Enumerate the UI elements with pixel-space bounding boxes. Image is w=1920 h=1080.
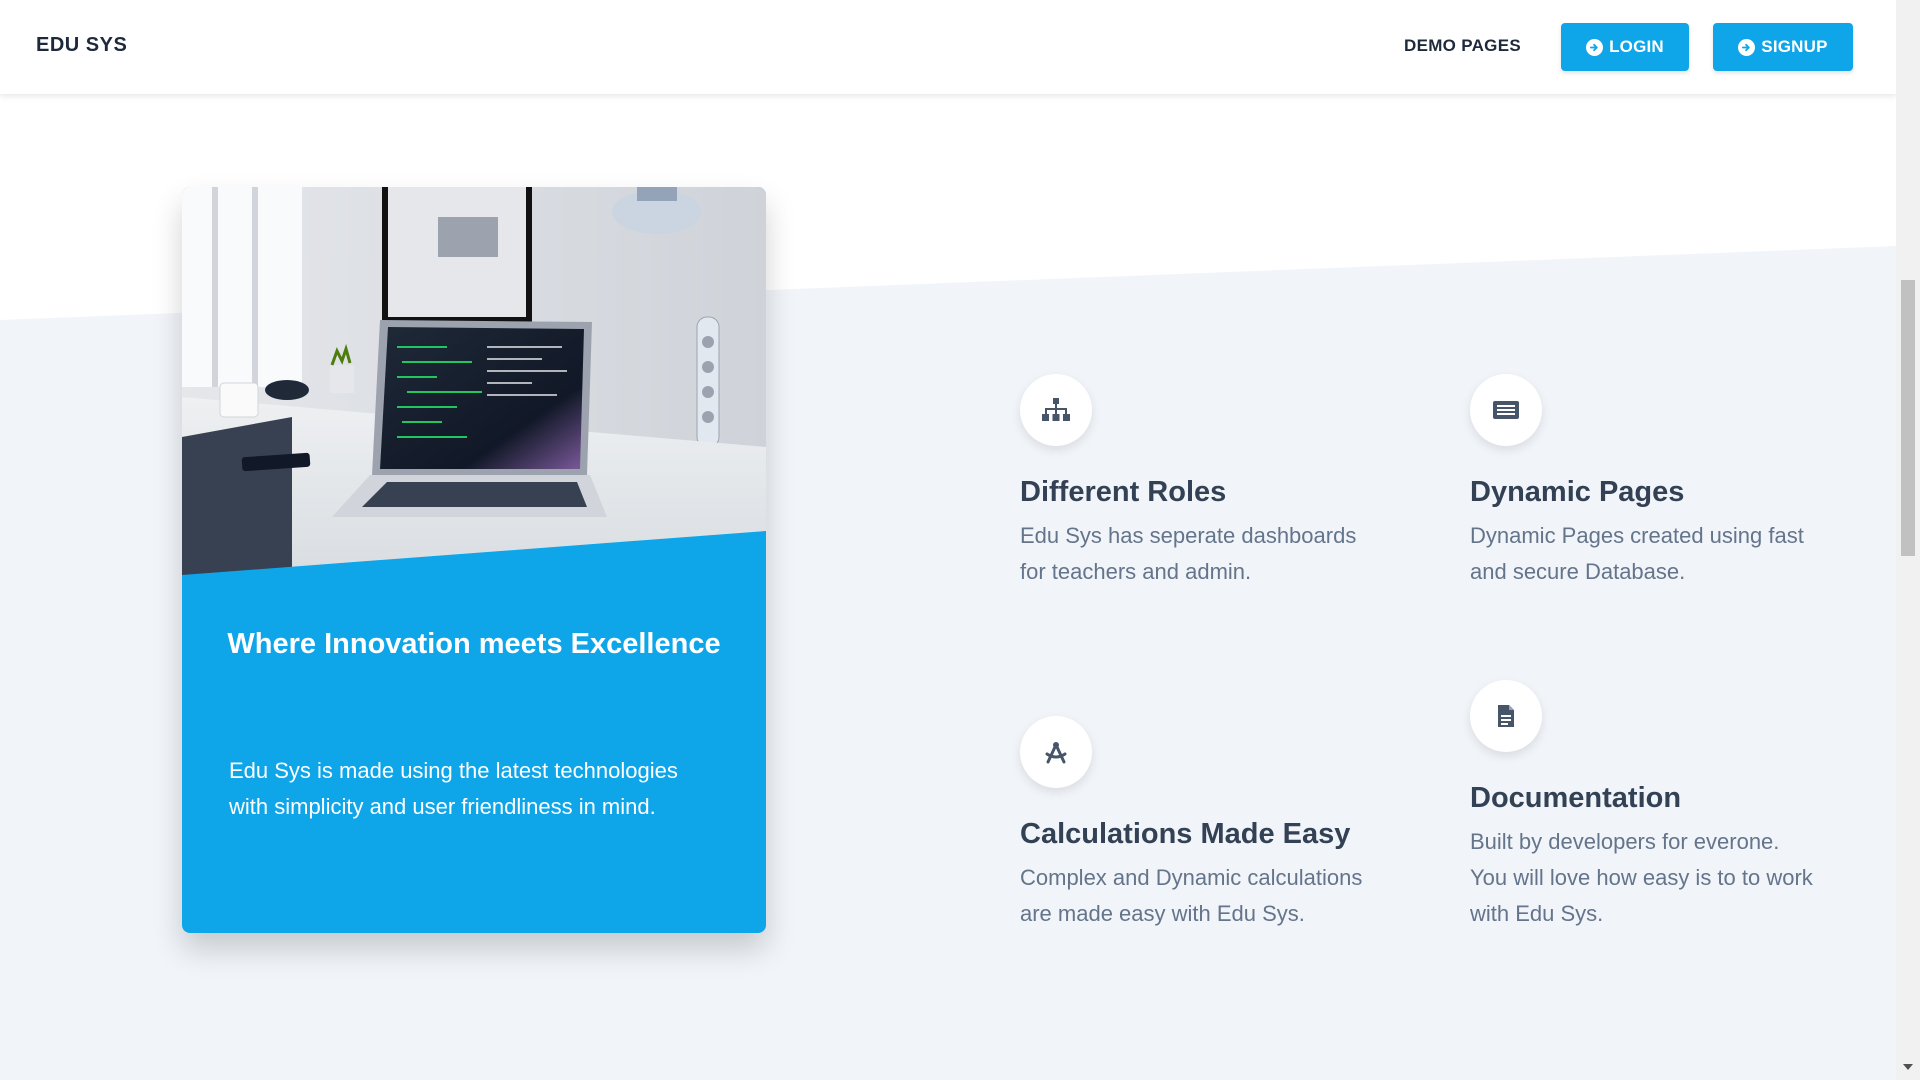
feature-title: Documentation: [1470, 782, 1682, 814]
feature-title: Different Roles: [1020, 476, 1227, 508]
laptop-desk-image: [182, 187, 766, 577]
drafting-compass-icon: [1020, 716, 1092, 788]
demo-pages-link[interactable]: DEMO PAGES: [1404, 36, 1521, 56]
newspaper-icon: [1470, 374, 1542, 446]
feature-title: Calculations Made Easy: [1020, 818, 1351, 850]
feature-card: Where Innovation meets Excellence Edu Sy…: [182, 187, 766, 933]
brand-logo[interactable]: EDU SYS: [36, 34, 127, 57]
feature-description: Edu Sys has seperate dashboards for teac…: [1020, 523, 1357, 584]
scrollbar-thumb[interactable]: [1901, 280, 1915, 556]
arrow-circle-right-icon: [1738, 38, 1756, 56]
feature-title: Dynamic Pages: [1470, 476, 1685, 508]
card-title: Where Innovation meets Excellence: [227, 628, 721, 660]
file-icon: [1470, 680, 1542, 752]
arrow-circle-right-icon: [1586, 38, 1604, 56]
signup-button[interactable]: SIGNUP: [1713, 23, 1853, 71]
card-description: Edu Sys is made using the latest technol…: [229, 758, 678, 819]
feature-documentation: Documentation Built by developers for ev…: [1470, 680, 1850, 932]
feature-dynamic-pages: Dynamic Pages Dynamic Pages created usin…: [1470, 374, 1850, 590]
feature-description: Built by developers for everone. You wil…: [1470, 829, 1813, 926]
sitemap-icon: [1020, 374, 1092, 446]
feature-description: Dynamic Pages created using fast and sec…: [1470, 523, 1804, 584]
feature-calculations: Calculations Made Easy Complex and Dynam…: [1020, 716, 1400, 932]
navbar: EDU SYS DEMO PAGES LOGIN SIGNUP: [0, 0, 1896, 94]
login-label: LOGIN: [1609, 37, 1664, 56]
scroll-down-arrow-icon[interactable]: [1903, 1064, 1913, 1070]
login-button[interactable]: LOGIN: [1561, 23, 1689, 71]
signup-label: SIGNUP: [1761, 37, 1828, 56]
feature-description: Complex and Dynamic calculations are mad…: [1020, 865, 1363, 926]
feature-different-roles: Different Roles Edu Sys has seperate das…: [1020, 374, 1400, 590]
vertical-scrollbar[interactable]: [1896, 0, 1920, 1080]
